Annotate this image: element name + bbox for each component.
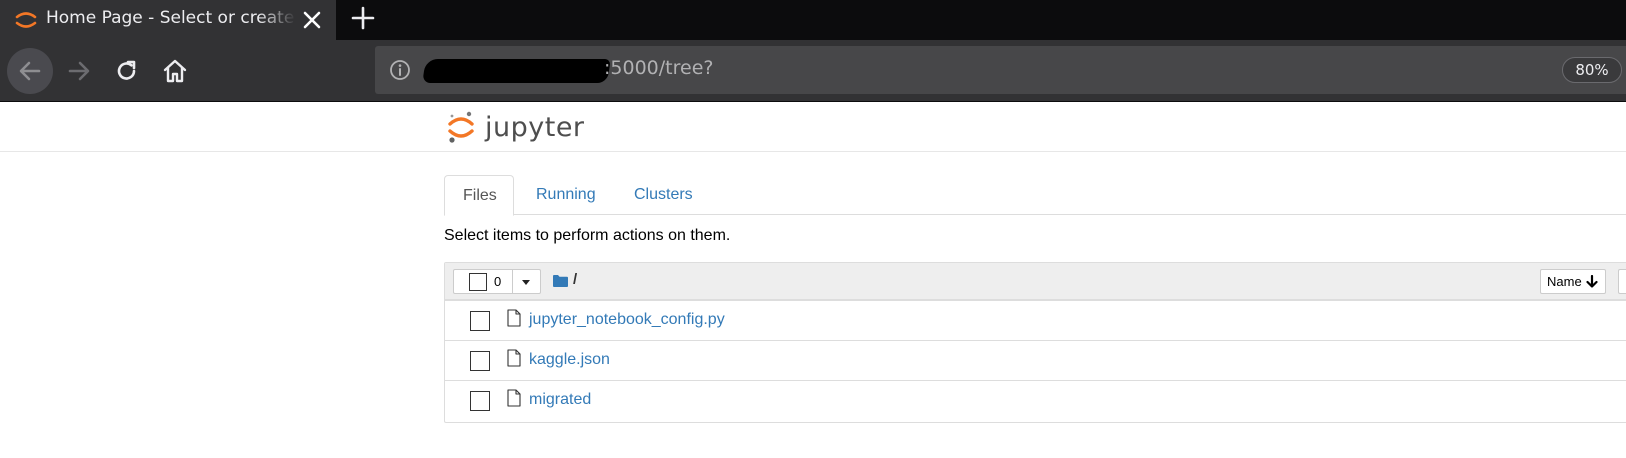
- select-all-checkbox[interactable]: [469, 273, 487, 291]
- list-item[interactable]: jupyter_notebook_config.py: [445, 300, 1626, 340]
- jupyter-logo-icon: [448, 111, 474, 143]
- item-checkbox[interactable]: [470, 311, 490, 331]
- sort-label: Name: [1547, 274, 1582, 289]
- select-all-group: 0: [453, 269, 541, 294]
- file-icon: [507, 389, 521, 407]
- breadcrumb-root[interactable]: /: [573, 271, 577, 288]
- browser-tab-strip: Home Page - Select or create a notebook: [0, 0, 1626, 40]
- arrow-down-icon: [1586, 275, 1598, 288]
- caret-down-icon[interactable]: [522, 280, 530, 285]
- selection-hint: Select items to perform actions on them.: [444, 227, 731, 244]
- jupyter-header: jupyter: [0, 103, 1626, 152]
- item-checkbox[interactable]: [470, 351, 490, 371]
- browser-tab[interactable]: Home Page - Select or create a notebook: [0, 0, 336, 40]
- redacted-host: [422, 59, 611, 83]
- reload-button[interactable]: [104, 48, 150, 94]
- forward-button[interactable]: [56, 48, 102, 94]
- arrow-right-icon: [68, 61, 90, 81]
- tab-files[interactable]: Files: [444, 175, 514, 216]
- tab-clusters[interactable]: Clusters: [616, 175, 711, 215]
- list-item[interactable]: migrated: [445, 380, 1626, 420]
- item-checkbox[interactable]: [470, 391, 490, 411]
- file-link[interactable]: jupyter_notebook_config.py: [529, 311, 725, 329]
- zoom-level-badge[interactable]: 80%: [1562, 57, 1622, 83]
- back-button[interactable]: [7, 48, 53, 94]
- selected-count: 0: [494, 274, 502, 289]
- sort-by-name-button[interactable]: Name: [1540, 269, 1606, 294]
- tab-running[interactable]: Running: [518, 175, 614, 215]
- new-tab-plus-icon[interactable]: [349, 4, 377, 32]
- divider: [512, 270, 513, 293]
- home-button[interactable]: [152, 48, 198, 94]
- folder-icon[interactable]: [553, 275, 568, 287]
- jupyter-logo[interactable]: jupyter: [447, 108, 585, 146]
- address-bar[interactable]: :5000/tree? 80%: [375, 46, 1626, 94]
- reload-icon: [117, 60, 136, 80]
- file-list: 0 / Name jupyter_notebook_config.py kagg…: [444, 262, 1626, 423]
- file-icon: [507, 349, 521, 367]
- jupyter-favicon-icon: [15, 12, 37, 28]
- browser-toolbar: :5000/tree? 80%: [0, 40, 1626, 102]
- list-item[interactable]: kaggle.json: [445, 340, 1626, 380]
- file-list-header: 0 / Name: [445, 263, 1626, 300]
- file-link[interactable]: migrated: [529, 391, 591, 409]
- file-icon: [507, 309, 521, 327]
- logo-text: jupyter: [485, 111, 585, 143]
- jupyter-page: jupyter Files Running Clusters Select it…: [0, 103, 1626, 458]
- arrow-left-icon: [19, 61, 41, 81]
- notebook-tabs: Files Running Clusters: [444, 175, 1626, 216]
- url-text[interactable]: :5000/tree?: [604, 57, 713, 79]
- close-icon[interactable]: [300, 8, 324, 32]
- home-icon: [163, 59, 187, 83]
- toolbar-button-partial[interactable]: [1618, 269, 1626, 294]
- info-icon[interactable]: [389, 59, 411, 81]
- file-link[interactable]: kaggle.json: [529, 351, 610, 369]
- tab-title: Home Page - Select or create a notebook: [46, 8, 296, 28]
